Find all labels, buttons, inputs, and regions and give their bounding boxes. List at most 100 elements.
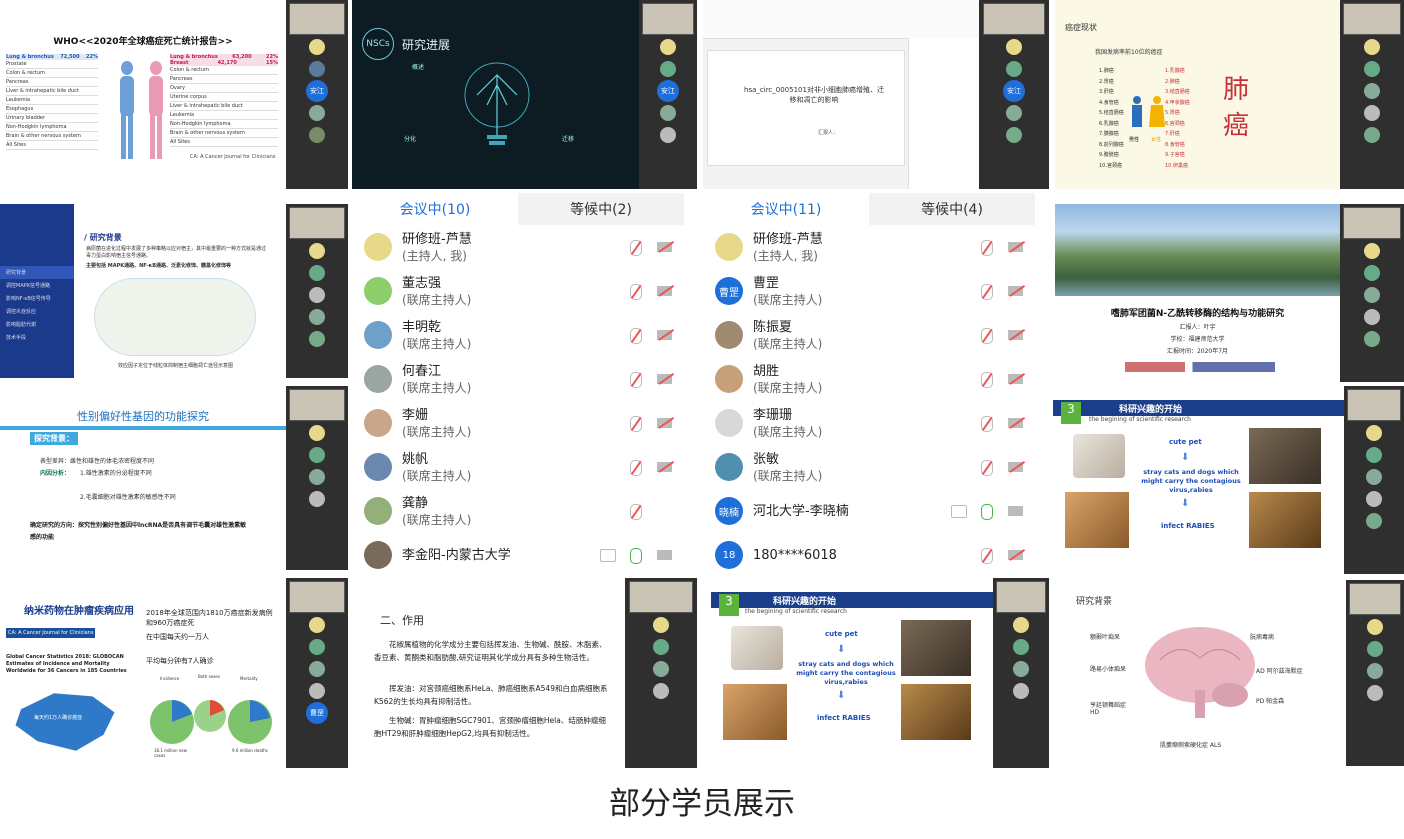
participant-thumb[interactable] <box>286 659 348 679</box>
tab-in-meeting[interactable]: 会议中(11) <box>703 193 869 225</box>
mic-muted-icon[interactable] <box>630 284 642 300</box>
video-off-icon[interactable] <box>657 242 672 252</box>
mic-muted-icon[interactable] <box>630 416 642 432</box>
participant-thumb[interactable] <box>1344 511 1404 531</box>
menu-item[interactable]: 影响NF-κB信号传导 <box>0 292 74 305</box>
participant-row[interactable]: 胡胜 (联席主持人) <box>703 357 1035 401</box>
participant-thumb[interactable] <box>1340 59 1404 79</box>
participant-thumb[interactable] <box>979 59 1049 79</box>
mic-muted-icon[interactable] <box>630 328 642 344</box>
participant-row[interactable]: 丰明乾 (联席主持人) <box>352 313 684 357</box>
participant-row[interactable]: 李姗 (联席主持人) <box>352 401 684 445</box>
participant-row[interactable]: 研修班-芦慧 (主持人, 我) <box>703 225 1035 269</box>
participant-thumb[interactable] <box>286 489 348 509</box>
mic-muted-icon[interactable] <box>981 416 993 432</box>
mic-on-icon[interactable] <box>981 504 993 520</box>
participant-thumb[interactable] <box>639 59 697 79</box>
participant-row[interactable]: 龚静 (联席主持人) <box>352 489 684 533</box>
participant-thumb[interactable] <box>993 637 1049 657</box>
participant-thumb[interactable] <box>1340 37 1404 57</box>
video-off-icon[interactable] <box>657 330 672 340</box>
participant-thumb[interactable] <box>993 615 1049 635</box>
participant-thumb[interactable] <box>639 103 697 123</box>
participant-thumb[interactable] <box>993 681 1049 701</box>
participant-thumb[interactable] <box>1346 639 1404 659</box>
video-off-icon[interactable] <box>1008 242 1023 252</box>
mic-muted-icon[interactable] <box>630 460 642 476</box>
participant-thumb[interactable] <box>1344 445 1404 465</box>
menu-item[interactable]: 研究背景 <box>0 266 74 279</box>
video-off-icon[interactable] <box>657 418 672 428</box>
participant-thumb[interactable] <box>286 329 348 349</box>
participant-thumb[interactable]: 安江 <box>639 80 697 102</box>
video-off-icon[interactable] <box>657 374 672 384</box>
participant-thumb[interactable] <box>625 681 697 701</box>
video-off-icon[interactable] <box>1008 418 1023 428</box>
participant-thumb[interactable] <box>286 423 348 443</box>
video-off-icon[interactable] <box>1008 550 1023 560</box>
participant-thumb[interactable] <box>1346 683 1404 703</box>
participant-thumb[interactable] <box>286 263 348 283</box>
participant-row[interactable]: 张敏 (联席主持人) <box>703 445 1035 489</box>
participant-thumb[interactable] <box>993 659 1049 679</box>
participant-thumb[interactable] <box>1340 241 1404 261</box>
participant-thumb[interactable]: 曹罡 <box>286 702 348 724</box>
participant-row[interactable]: 李珊珊 (联席主持人) <box>703 401 1035 445</box>
mic-on-icon[interactable] <box>630 548 642 564</box>
participant-row[interactable]: 李金阳-内蒙古大学 <box>352 533 684 577</box>
mic-muted-icon[interactable] <box>630 504 642 520</box>
video-off-icon[interactable] <box>657 286 672 296</box>
participant-thumb[interactable] <box>286 467 348 487</box>
participant-thumb[interactable] <box>1340 329 1404 349</box>
video-off-icon[interactable] <box>1008 330 1023 340</box>
mic-muted-icon[interactable] <box>630 240 642 256</box>
menu-item[interactable]: 技术手段 <box>0 331 74 344</box>
participant-thumb[interactable] <box>286 615 348 635</box>
participant-thumb[interactable]: 安江 <box>286 80 348 102</box>
video-off-icon[interactable] <box>1008 374 1023 384</box>
participant-thumb[interactable] <box>979 37 1049 57</box>
participant-row[interactable]: 何春江 (联席主持人) <box>352 357 684 401</box>
participant-row[interactable]: 董志强 (联席主持人) <box>352 269 684 313</box>
video-off-icon[interactable] <box>1008 462 1023 472</box>
participant-thumb[interactable] <box>1340 81 1404 101</box>
participant-thumb[interactable] <box>625 615 697 635</box>
tab-in-meeting[interactable]: 会议中(10) <box>352 193 518 225</box>
participant-thumb[interactable] <box>1340 263 1404 283</box>
participant-thumb[interactable] <box>1346 617 1404 637</box>
participant-row[interactable]: 曹罡 曹罡 (联席主持人) <box>703 269 1035 313</box>
participant-thumb[interactable] <box>979 103 1049 123</box>
screen-share-icon[interactable] <box>600 549 616 562</box>
participant-row[interactable]: 姚帆 (联席主持人) <box>352 445 684 489</box>
participant-thumb[interactable] <box>286 59 348 79</box>
participant-thumb[interactable] <box>286 681 348 701</box>
participant-thumb[interactable] <box>286 103 348 123</box>
participant-thumb[interactable] <box>1344 423 1404 443</box>
participant-row[interactable]: 18 180****6018 <box>703 533 1035 577</box>
participant-thumb[interactable] <box>1340 125 1404 145</box>
mic-muted-icon[interactable] <box>981 328 993 344</box>
participant-thumb[interactable] <box>1340 307 1404 327</box>
mic-muted-icon[interactable] <box>981 372 993 388</box>
participant-thumb[interactable] <box>286 125 348 145</box>
mic-muted-icon[interactable] <box>981 240 993 256</box>
participant-thumb[interactable] <box>979 125 1049 145</box>
participant-thumb[interactable] <box>625 659 697 679</box>
participant-thumb[interactable] <box>286 241 348 261</box>
tab-waiting[interactable]: 等候中(2) <box>518 193 684 225</box>
participant-thumb[interactable] <box>286 445 348 465</box>
video-off-icon[interactable] <box>1008 286 1023 296</box>
participant-thumb[interactable]: 安江 <box>979 80 1049 102</box>
mic-muted-icon[interactable] <box>981 284 993 300</box>
participant-thumb[interactable] <box>1344 489 1404 509</box>
mic-muted-icon[interactable] <box>981 548 993 564</box>
participant-thumb[interactable] <box>639 37 697 57</box>
mic-muted-icon[interactable] <box>981 460 993 476</box>
video-icon[interactable] <box>1008 506 1023 516</box>
menu-item[interactable]: 调控炎症反应 <box>0 305 74 318</box>
participant-thumb[interactable] <box>625 637 697 657</box>
participant-thumb[interactable] <box>1344 467 1404 487</box>
screen-share-icon[interactable] <box>951 505 967 518</box>
participant-row[interactable]: 研修班-芦慧 (主持人, 我) <box>352 225 684 269</box>
participant-thumb[interactable] <box>286 307 348 327</box>
